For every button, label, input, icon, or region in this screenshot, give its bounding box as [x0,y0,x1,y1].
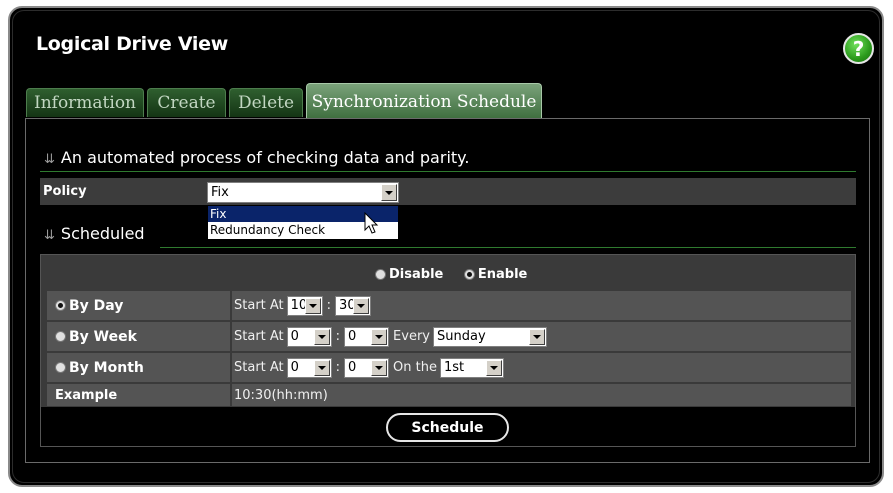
chevron-down-icon[interactable] [381,184,397,201]
radio-icon [375,269,386,280]
radio-icon [55,362,66,373]
by-week-hour-select[interactable]: 0 [286,326,332,347]
scheduled-heading-text: Scheduled [60,224,145,243]
tab-create[interactable]: Create [147,88,226,117]
every-label: Every [393,329,430,344]
description-heading: ⇊ An automated process of checking data a… [44,148,469,167]
chevron-down-icon[interactable] [313,359,330,376]
divider [160,247,856,248]
schedule-button[interactable]: Schedule [386,413,509,442]
on-the-label: On the [393,360,437,375]
colon: : [326,298,332,313]
disable-radio[interactable]: Disable [375,267,443,282]
by-week-settings: Start At 0 : 0 Every Sunday [232,322,851,351]
by-month-settings: Start At 0 : 0 On the 1st [232,353,851,382]
policy-row [40,178,856,205]
radio-selected-icon [463,269,475,280]
chevron-down-icon[interactable] [529,328,545,345]
description-text: An automated process of checking data an… [60,148,470,167]
by-day-hour-select[interactable]: 10 [286,295,323,316]
by-week-option[interactable]: By Week [47,322,230,351]
colon: : [335,329,341,344]
by-month-row: By Month Start At 0 : 0 On the 1st [47,353,851,382]
chevron-down-icon[interactable] [371,359,388,376]
radio-icon [55,331,66,342]
help-icon[interactable]: ? [843,33,874,64]
example-value: 10:30(hh:mm) [232,384,851,406]
tab-information[interactable]: Information [26,88,144,117]
scheduled-heading: ⇊ Scheduled [44,224,145,243]
by-day-minute-select[interactable]: 30 [335,295,372,316]
by-month-minute-select[interactable]: 0 [344,357,390,378]
by-day-settings: Start At 10 : 30 [232,291,851,320]
tab-create-label: Create [157,93,216,113]
hour-value: 0 [290,329,299,344]
date-value: 1st [444,360,465,375]
day-value: Sunday [437,329,486,344]
minute-value: 0 [348,360,357,375]
chevron-down-icon[interactable] [313,328,330,345]
radio-selected-icon [55,300,66,311]
minute-value: 0 [348,329,357,344]
start-at-label: Start At [234,360,284,375]
by-week-row: By Week Start At 0 : 0 Every Sunday [47,322,851,351]
tab-delete[interactable]: Delete [229,88,303,117]
page-title: Logical Drive View [36,33,228,55]
tab-delete-label: Delete [237,93,295,113]
hour-value: 0 [290,360,299,375]
colon: : [335,360,341,375]
example-label: Example [47,384,230,406]
by-week-minute-select[interactable]: 0 [344,326,390,347]
tab-synchronization-schedule-label: Synchronization Schedule [311,91,537,112]
enable-radio[interactable]: Enable [463,267,528,282]
by-month-option[interactable]: By Month [47,353,230,382]
tab-synchronization-schedule[interactable]: Synchronization Schedule [306,83,542,119]
mouse-cursor-icon [364,212,379,234]
chevron-down-icon[interactable] [486,359,502,376]
start-at-label: Start At [234,298,284,313]
by-day-label: By Day [69,297,124,314]
policy-select[interactable]: Fix [207,182,399,203]
policy-label: Policy [43,184,87,199]
double-chevron-down-icon: ⇊ [44,152,55,167]
tab-information-label: Information [33,93,137,113]
by-day-option[interactable]: By Day [47,291,230,320]
chevron-down-icon[interactable] [304,297,321,314]
by-week-day-select[interactable]: Sunday [433,326,547,347]
enable-label: Enable [477,267,528,282]
disable-label: Disable [389,267,444,282]
chevron-down-icon[interactable] [371,328,388,345]
by-day-row: By Day Start At 10 : 30 [47,291,851,320]
policy-select-value: Fix [211,185,229,200]
double-chevron-down-icon: ⇊ [44,228,55,243]
start-at-label: Start At [234,329,284,344]
by-month-hour-select[interactable]: 0 [286,357,332,378]
by-month-label: By Month [69,359,144,376]
enable-disable-group: Disable Enable [375,267,527,282]
chevron-down-icon[interactable] [353,297,370,314]
divider [40,171,856,172]
by-week-label: By Week [69,328,137,345]
by-month-date-select[interactable]: 1st [440,357,504,378]
example-row: Example 10:30(hh:mm) [47,384,851,406]
